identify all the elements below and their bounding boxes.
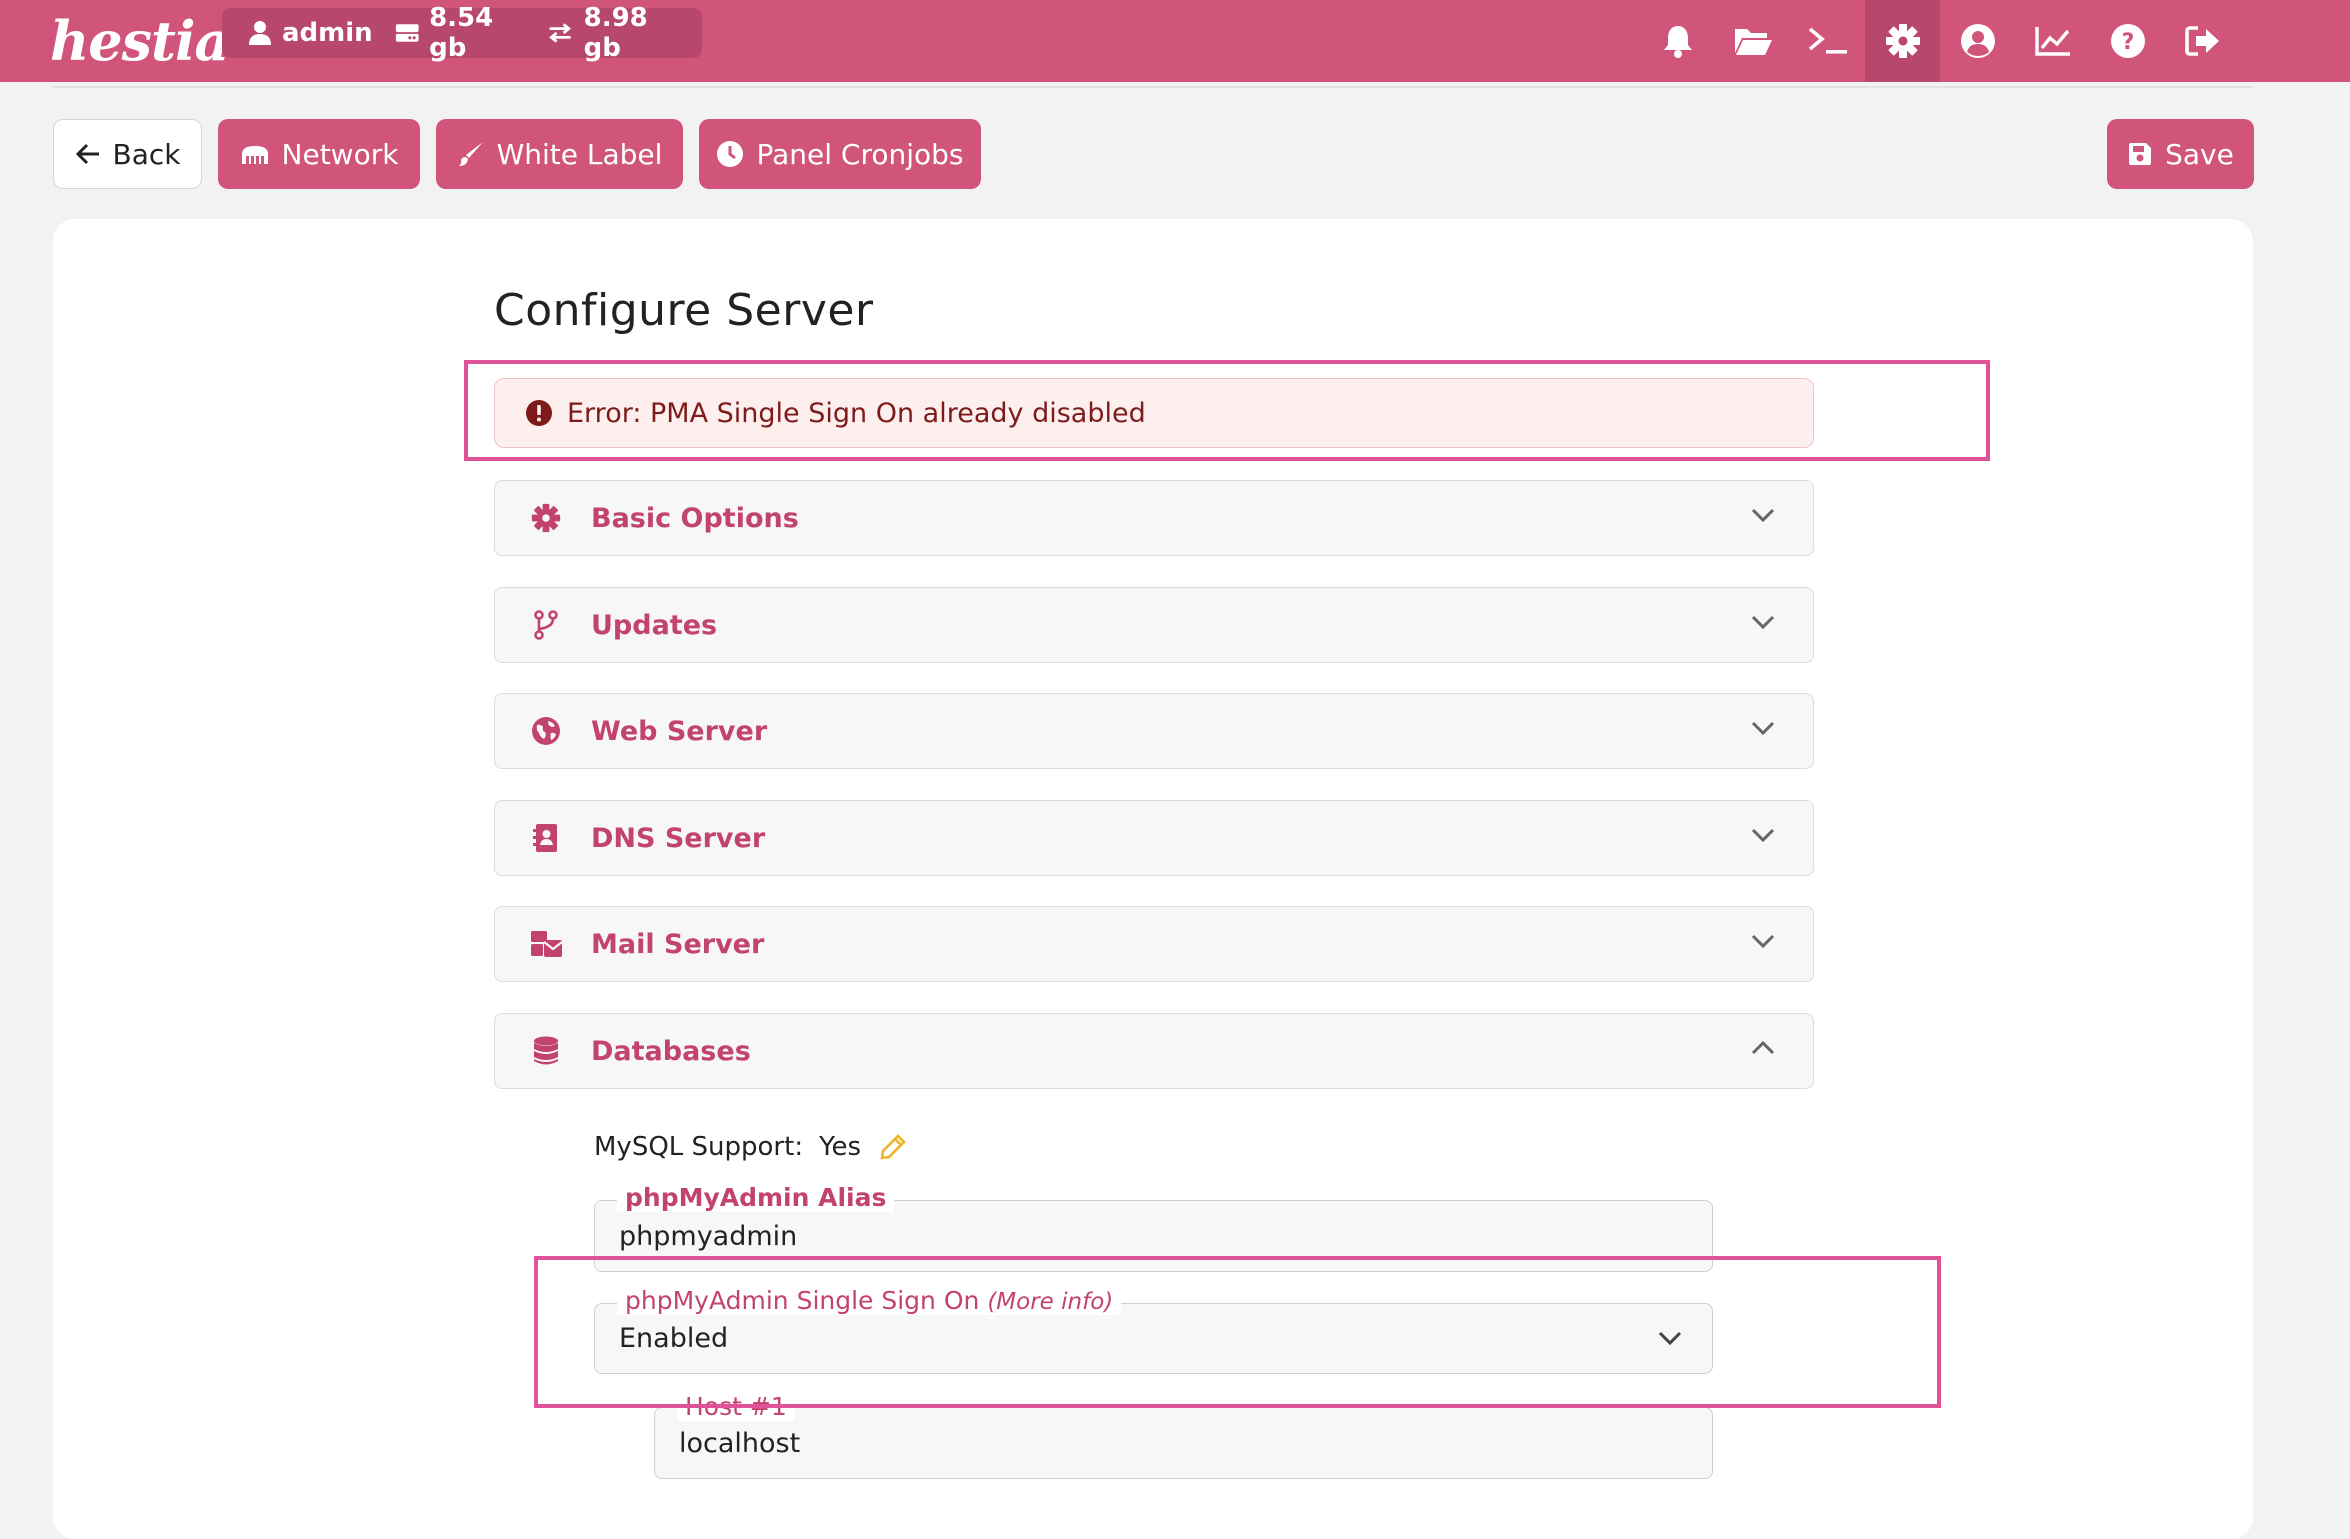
pma-alias-value: phpmyadmin bbox=[619, 1220, 798, 1252]
chevron-down-icon bbox=[1751, 828, 1775, 843]
section-label: Web Server bbox=[591, 715, 768, 747]
bandwidth-segment: 8.98 gb bbox=[547, 3, 680, 63]
database-icon bbox=[534, 1036, 558, 1065]
chevron-down-icon bbox=[1751, 615, 1775, 630]
help-button[interactable]: ? bbox=[2090, 0, 2165, 82]
page-title: Configure Server bbox=[494, 285, 874, 336]
user-stats-pill[interactable]: admin 8.54 gb 8.98 gb bbox=[222, 3, 702, 63]
divider bbox=[53, 86, 2253, 88]
top-nav-icons: ? bbox=[1640, 0, 2240, 82]
section-label: Updates bbox=[591, 609, 718, 641]
branch-icon bbox=[534, 610, 558, 640]
network-wired-icon bbox=[241, 146, 268, 164]
arrow-left-icon bbox=[75, 143, 99, 165]
section-label: Databases bbox=[591, 1035, 751, 1067]
folder-icon bbox=[1734, 29, 1772, 55]
clock-icon bbox=[717, 141, 744, 167]
mysql-support-value: Yes bbox=[819, 1132, 862, 1162]
gear-icon bbox=[531, 503, 561, 533]
logout-button[interactable] bbox=[2165, 0, 2240, 82]
panel-cronjobs-label: Panel Cronjobs bbox=[756, 137, 964, 171]
svg-text:?: ? bbox=[2121, 30, 2134, 55]
host-1-value: localhost bbox=[679, 1427, 801, 1459]
section-updates[interactable]: Updates bbox=[494, 587, 1814, 663]
pma-alias-input[interactable]: phpMyAdmin Alias phpmyadmin bbox=[594, 1183, 1713, 1272]
pma-sso-label: phpMyAdmin Single Sign On bbox=[625, 1286, 980, 1315]
save-label: Save bbox=[2165, 137, 2234, 171]
paint-brush-icon bbox=[458, 142, 483, 166]
white-label-button[interactable]: White Label bbox=[436, 119, 683, 189]
section-label: Mail Server bbox=[591, 928, 765, 960]
panel-cronjobs-button[interactable]: Panel Cronjobs bbox=[699, 119, 981, 189]
disk-usage: 8.54 gb bbox=[429, 3, 494, 63]
white-label-label: White Label bbox=[496, 137, 663, 171]
chart-icon bbox=[2034, 27, 2070, 56]
user-segment: admin bbox=[248, 18, 373, 48]
mail-bulk-icon bbox=[531, 931, 563, 957]
chevron-down-icon bbox=[1751, 508, 1775, 523]
network-button[interactable]: Network bbox=[218, 119, 420, 189]
chevron-down-icon bbox=[1658, 1331, 1682, 1346]
notifications-button[interactable] bbox=[1640, 0, 1715, 82]
chevron-down-icon bbox=[1751, 934, 1775, 949]
mysql-support-label: MySQL Support: bbox=[594, 1132, 804, 1162]
hard-drive-icon bbox=[395, 24, 419, 42]
section-basic-options[interactable]: Basic Options bbox=[494, 480, 1814, 556]
error-alert: Error: PMA Single Sign On already disabl… bbox=[494, 378, 1814, 448]
pencil-icon[interactable] bbox=[879, 1133, 907, 1161]
address-book-icon bbox=[533, 824, 557, 852]
logout-icon bbox=[2184, 26, 2219, 56]
section-dns-server[interactable]: DNS Server bbox=[494, 800, 1814, 876]
host-1-input[interactable]: Host #1 localhost bbox=[654, 1392, 1713, 1479]
disk-segment: 8.54 gb bbox=[395, 3, 526, 63]
terminal-icon bbox=[1808, 27, 1847, 54]
globe-icon bbox=[532, 717, 560, 745]
pma-sso-select[interactable]: phpMyAdmin Single Sign On (More info) En… bbox=[594, 1286, 1713, 1374]
exchange-icon bbox=[549, 23, 572, 43]
username: admin bbox=[282, 18, 373, 48]
bandwidth-usage: 8.98 gb bbox=[583, 3, 648, 63]
chevron-up-icon bbox=[1751, 1040, 1775, 1055]
error-message: Error: PMA Single Sign On already disabl… bbox=[567, 397, 1146, 429]
floppy-disk-icon bbox=[2129, 143, 2152, 165]
bell-icon bbox=[1663, 26, 1692, 58]
section-databases[interactable]: Databases bbox=[494, 1013, 1814, 1089]
section-label: Basic Options bbox=[591, 502, 799, 534]
pma-alias-label: phpMyAdmin Alias bbox=[617, 1183, 895, 1212]
section-label: DNS Server bbox=[591, 822, 766, 854]
network-label: Network bbox=[281, 137, 399, 171]
back-button[interactable]: Back bbox=[53, 119, 202, 189]
statistics-button[interactable] bbox=[2015, 0, 2090, 82]
section-mail-server[interactable]: Mail Server bbox=[494, 906, 1814, 982]
mysql-support-row: MySQL Support: Yes bbox=[594, 1132, 907, 1162]
user-icon bbox=[249, 21, 271, 45]
file-manager-button[interactable] bbox=[1715, 0, 1790, 82]
hestia-logo[interactable]: hestia bbox=[50, 0, 229, 82]
pma-sso-label-wrap: phpMyAdmin Single Sign On (More info) bbox=[617, 1286, 1122, 1315]
user-circle-icon bbox=[1960, 24, 1995, 58]
terminal-button[interactable] bbox=[1790, 0, 1865, 82]
section-web-server[interactable]: Web Server bbox=[494, 693, 1814, 769]
server-settings-button[interactable] bbox=[1865, 0, 1940, 82]
gear-icon bbox=[1885, 24, 1920, 58]
user-profile-button[interactable] bbox=[1940, 0, 2015, 82]
more-info-link[interactable]: (More info) bbox=[987, 1289, 1113, 1315]
help-icon: ? bbox=[2110, 24, 2145, 58]
top-bar: hestia admin 8.54 gb 8.98 gb ? bbox=[0, 0, 2350, 82]
exclamation-circle-icon bbox=[526, 400, 552, 426]
back-label: Back bbox=[112, 137, 181, 171]
pma-sso-value: Enabled bbox=[619, 1323, 729, 1354]
chevron-down-icon bbox=[1751, 721, 1775, 736]
host-1-label: Host #1 bbox=[677, 1392, 795, 1421]
save-button[interactable]: Save bbox=[2107, 119, 2254, 189]
